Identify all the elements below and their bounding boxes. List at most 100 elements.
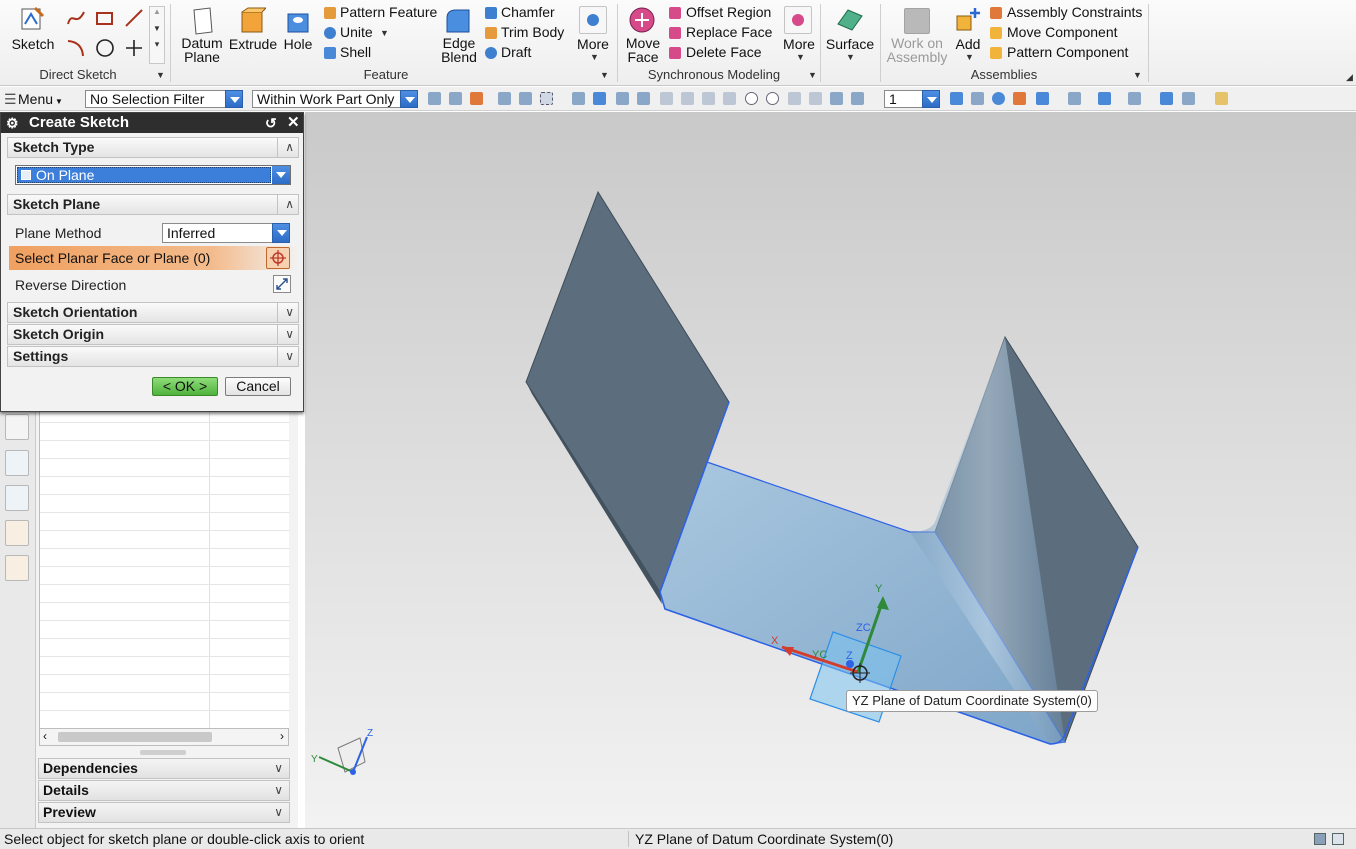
point-icon[interactable] [124, 38, 144, 61]
direct-sketch-dropdown-icon[interactable]: ▼ [156, 70, 165, 80]
view-icon[interactable] [1098, 92, 1111, 105]
dependencies-panel[interactable]: Dependencies ∨ [38, 758, 290, 779]
horizontal-scrollbar[interactable]: ‹ › [39, 728, 289, 746]
settings-section[interactable]: Settings ∨ [7, 346, 299, 367]
surface-icon[interactable] [836, 6, 864, 37]
history-icon[interactable] [5, 555, 29, 581]
table-row[interactable] [40, 692, 290, 693]
snap-icon[interactable] [660, 92, 673, 105]
edge-blend-button[interactable]: Edge Blend [436, 36, 482, 64]
table-row[interactable] [40, 674, 290, 675]
status-indicator-icon[interactable] [1314, 833, 1326, 845]
feature-more-button[interactable]: More [574, 36, 612, 52]
sketch-type-section[interactable]: Sketch Type ∧ [7, 137, 299, 158]
view-icon[interactable] [992, 92, 1005, 105]
assembly-navigator-icon[interactable] [5, 450, 29, 476]
snap-icon[interactable] [470, 92, 483, 105]
add-dropdown-icon[interactable]: ▼ [965, 52, 974, 62]
selection-scope-dropdown[interactable]: Within Work Part Only [252, 90, 418, 108]
sketch-plane-section[interactable]: Sketch Plane ∧ [7, 194, 299, 215]
view-icon[interactable] [1068, 92, 1081, 105]
feature-more-dropdown-icon[interactable]: ▼ [590, 52, 599, 62]
assemblies-dropdown-icon[interactable]: ▼ [1133, 70, 1142, 80]
gallery-scroll-icon[interactable]: ▲ ▼ ▾ [149, 6, 165, 64]
view-icon[interactable] [1182, 92, 1195, 105]
part-navigator-icon[interactable] [5, 414, 29, 440]
table-row[interactable] [40, 710, 290, 711]
table-row[interactable] [40, 584, 290, 585]
extrude-button[interactable]: Extrude [228, 36, 278, 52]
hole-button[interactable]: Hole [280, 36, 316, 52]
sketch-origin-section[interactable]: Sketch Origin ∨ [7, 324, 299, 345]
table-row[interactable] [40, 548, 290, 549]
synchronous-dropdown-icon[interactable]: ▼ [808, 70, 817, 80]
table-row[interactable] [40, 476, 290, 477]
select-planar-face-row[interactable]: Select Planar Face or Plane (0) [9, 246, 299, 270]
snap-icon[interactable] [788, 92, 801, 105]
table-row[interactable] [40, 530, 290, 531]
table-row[interactable] [40, 602, 290, 603]
sketch-icon[interactable] [19, 6, 45, 34]
dialog-title-bar[interactable]: ⚙ Create Sketch ↺ ✕ [1, 113, 303, 133]
selection-filter-dropdown[interactable]: No Selection Filter [85, 90, 243, 108]
add-component-icon[interactable] [955, 6, 983, 37]
unite-dropdown-icon[interactable]: ▼ [380, 28, 389, 38]
snap-icon[interactable] [498, 92, 511, 105]
snap-icon[interactable] [540, 92, 553, 105]
view-icon[interactable] [1036, 92, 1049, 105]
surface-button[interactable]: Surface [824, 36, 876, 52]
pattern-feature-button[interactable]: Pattern Feature [340, 4, 437, 20]
details-panel[interactable]: Details ∨ [38, 780, 290, 801]
table-row[interactable] [40, 512, 290, 513]
roles-icon[interactable] [5, 520, 29, 546]
snap-icon[interactable] [519, 92, 532, 105]
sketch-button[interactable]: Sketch [10, 36, 56, 52]
cancel-button[interactable]: Cancel [225, 377, 291, 396]
sync-more-button[interactable]: More [780, 36, 818, 52]
sketch-orientation-section[interactable]: Sketch Orientation ∨ [7, 302, 299, 323]
rectangle-icon[interactable] [95, 10, 115, 31]
crosshair-select-icon[interactable] [266, 247, 290, 269]
part-model[interactable]: X Y ZC YC Z Z Y [305, 112, 1356, 828]
snap-icon[interactable] [593, 92, 606, 105]
scroll-left-icon[interactable]: ‹ [43, 729, 47, 743]
assembly-constraints-button[interactable]: Assembly Constraints [1007, 4, 1142, 20]
trim-body-button[interactable]: Trim Body [501, 24, 564, 40]
snap-icon[interactable] [723, 92, 736, 105]
extrude-icon[interactable] [238, 6, 268, 39]
feature-more-icon[interactable] [579, 6, 607, 34]
chevron-down-icon[interactable] [272, 166, 290, 184]
add-component-button[interactable]: Add [952, 36, 984, 52]
snap-icon[interactable] [830, 92, 843, 105]
snap-icon[interactable] [745, 92, 758, 105]
view-icon[interactable] [1160, 92, 1173, 105]
preview-panel[interactable]: Preview ∨ [38, 802, 290, 823]
studio-spline-icon[interactable] [66, 8, 86, 31]
snap-icon[interactable] [428, 92, 441, 105]
splitter-handle[interactable] [140, 750, 186, 755]
snap-icon[interactable] [616, 92, 629, 105]
constraint-navigator-icon[interactable] [5, 485, 29, 511]
view-icon[interactable] [1013, 92, 1026, 105]
table-row[interactable] [40, 566, 290, 567]
snap-icon[interactable] [449, 92, 462, 105]
unite-button[interactable]: Unite [340, 24, 373, 40]
datum-plane-button[interactable]: Datum Plane [178, 36, 226, 64]
ok-button[interactable]: < OK > [152, 377, 218, 396]
status-indicator-icon[interactable] [1332, 833, 1344, 845]
ribbon-options-icon[interactable]: ◢ [1346, 72, 1353, 83]
feature-dropdown-icon[interactable]: ▼ [600, 70, 609, 80]
menu-button[interactable]: ☰Menu ▼ [4, 90, 63, 108]
chamfer-button[interactable]: Chamfer [501, 4, 555, 20]
view-icon[interactable] [1215, 92, 1228, 105]
line-icon[interactable] [124, 8, 144, 31]
snap-icon[interactable] [702, 92, 715, 105]
view-icon[interactable] [971, 92, 984, 105]
circle-icon[interactable] [95, 38, 115, 61]
reset-icon[interactable]: ↺ [265, 113, 277, 133]
arc-icon[interactable] [66, 38, 86, 61]
offset-region-button[interactable]: Offset Region [686, 4, 771, 20]
snap-icon[interactable] [681, 92, 694, 105]
snap-icon[interactable] [809, 92, 822, 105]
reverse-direction-icon[interactable] [273, 275, 291, 293]
